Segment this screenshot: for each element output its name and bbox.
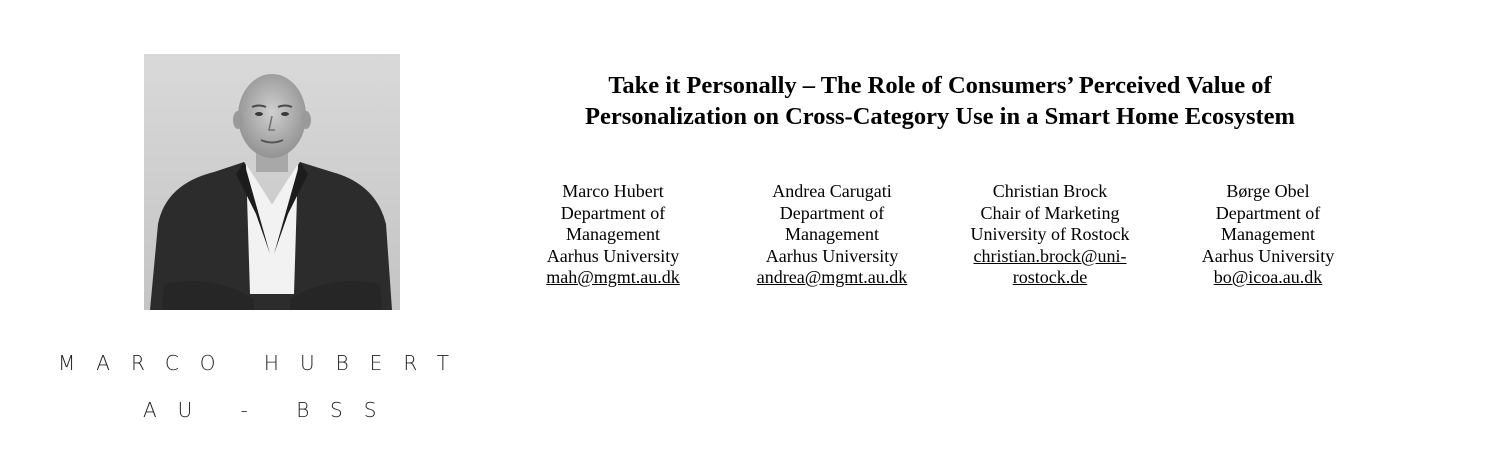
author-university: University of Rostock xyxy=(970,224,1130,244)
author-email-link[interactable]: christian.brock@uni- xyxy=(960,246,1140,268)
author-block: Marco Hubert Department of Management Aa… xyxy=(533,181,693,289)
paper-title: Take it Personally – The Role of Consume… xyxy=(520,70,1360,132)
author-university: Aarhus University xyxy=(1201,245,1335,266)
paper-title-line: Take it Personally – The Role of Consume… xyxy=(608,72,1272,99)
author-email-link[interactable]: rostock.de xyxy=(960,267,1140,289)
author-university: Aarhus University xyxy=(546,245,680,266)
author-block: Andrea Carugati Department of Management… xyxy=(742,181,922,289)
author-department: Management xyxy=(566,224,660,244)
author-department: Department of xyxy=(1215,202,1321,223)
author-department: Department of xyxy=(779,202,885,223)
author-name: Børge Obel xyxy=(1226,181,1310,201)
author-department: Chair of Marketing xyxy=(980,202,1120,223)
profile-affiliation: AU - BSS xyxy=(143,398,398,422)
portrait-image xyxy=(144,54,400,310)
author-university: Aarhus University xyxy=(765,245,899,266)
author-email-link[interactable]: mah@mgmt.au.dk xyxy=(533,267,693,289)
author-email-link[interactable]: bo@icoa.au.dk xyxy=(1188,267,1348,289)
paper-title-line: Personalization on Cross-Category Use in… xyxy=(585,103,1295,130)
author-department: Department of xyxy=(560,202,666,223)
author-name: Christian Brock xyxy=(992,181,1108,201)
author-block: Christian Brock Chair of Marketing Unive… xyxy=(960,181,1140,289)
author-block: Børge Obel Department of Management Aarh… xyxy=(1188,181,1348,289)
author-email-link[interactable]: andrea@mgmt.au.dk xyxy=(742,267,922,289)
profile-name: MARCO HUBERT xyxy=(58,351,470,375)
author-name: Andrea Carugati xyxy=(772,181,892,201)
author-department: Management xyxy=(785,224,879,244)
author-department: Management xyxy=(1221,224,1315,244)
author-name: Marco Hubert xyxy=(562,181,664,201)
author-photo xyxy=(144,54,400,310)
